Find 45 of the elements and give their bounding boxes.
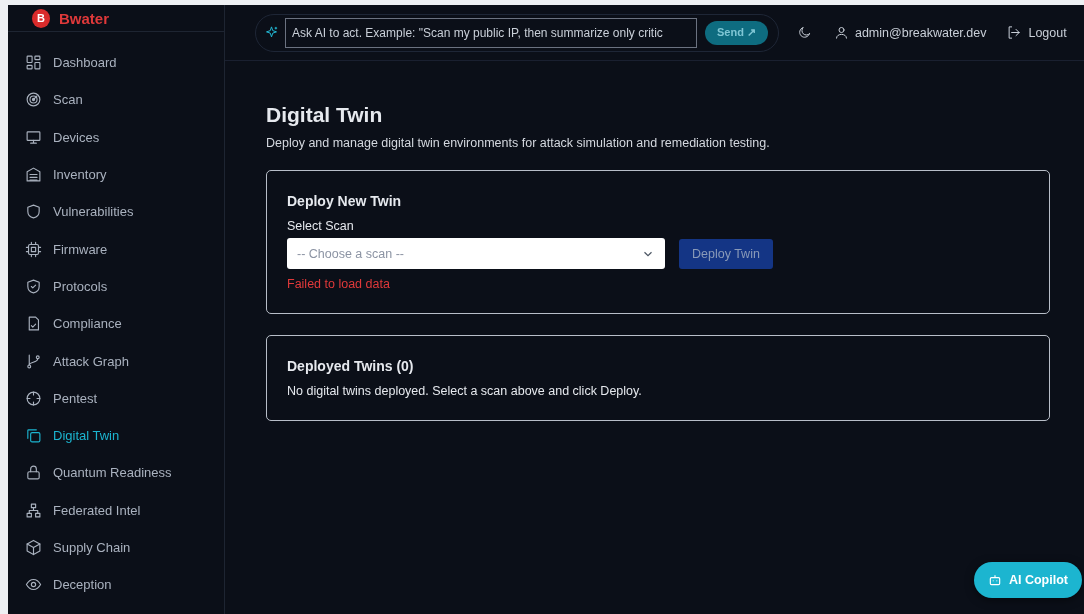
moon-icon[interactable]	[796, 25, 812, 40]
chip-icon	[25, 240, 42, 258]
page-subtitle: Deploy and manage digital twin environments for attack simulation and remediation testing.	[266, 136, 771, 150]
monitor-icon	[25, 128, 42, 146]
sidebar-item[interactable]: Attack Graph	[8, 342, 224, 380]
sidebar-item[interactable]: Firmware	[8, 230, 224, 268]
robot-icon	[988, 573, 1002, 587]
logout-icon	[1006, 25, 1022, 40]
dashboard-icon	[25, 54, 42, 72]
card-title: Deploy New Twin	[287, 193, 403, 209]
sidebar-item[interactable]: Quantum Readiness	[8, 454, 224, 492]
sidebar-item[interactable]: Vulnerabilities	[8, 193, 224, 231]
warehouse-icon	[25, 166, 42, 184]
branch-icon	[25, 352, 42, 370]
logout-link[interactable]: Logout	[1006, 25, 1067, 40]
card-title: Deployed Twins (0)	[287, 358, 415, 374]
page-title: Digital Twin	[266, 103, 384, 127]
error-message: Failed to load data	[287, 277, 391, 291]
ai-input-field[interactable]: Ask AI to act. Example: "Scan my public IP, then summarize only critic	[285, 17, 697, 48]
sidebar-item[interactable]: Scan	[8, 81, 224, 119]
empty-message: No digital twins deployed. Select a scan above and click Deploy.	[287, 384, 643, 398]
lock-icon	[25, 464, 42, 482]
sidebar-item[interactable]: Compliance	[8, 305, 224, 343]
shield-icon	[25, 203, 42, 221]
sidebar-item[interactable]: Pentest	[8, 379, 224, 417]
field-label: Select Scan	[287, 219, 355, 233]
sidebar-item[interactable]: Deception	[8, 566, 224, 604]
sidebar-item[interactable]: Protocols	[8, 267, 224, 306]
user-email: admin@breakwater.dev	[854, 25, 987, 40]
sidebar-item[interactable]: Supply Chain	[8, 528, 224, 567]
box-icon	[25, 539, 42, 556]
network-icon	[25, 501, 42, 519]
sidebar-item[interactable]: Digital Twin	[8, 416, 224, 455]
sidebar-item[interactable]: Inventory	[8, 155, 224, 194]
sparkle-icon	[264, 25, 279, 40]
crosshair-icon	[25, 389, 42, 407]
shield-check-icon	[25, 277, 42, 295]
copy-icon	[25, 427, 42, 445]
sidebar-item[interactable]: Dashboard	[8, 44, 224, 82]
sidebar-item[interactable]: Devices	[8, 118, 224, 156]
brand-name: Bwater	[59, 9, 110, 27]
radar-icon	[25, 91, 42, 109]
user-icon	[833, 25, 849, 40]
sidebar-item[interactable]: Federated Intel	[8, 491, 224, 529]
logo-icon: B	[32, 8, 50, 28]
